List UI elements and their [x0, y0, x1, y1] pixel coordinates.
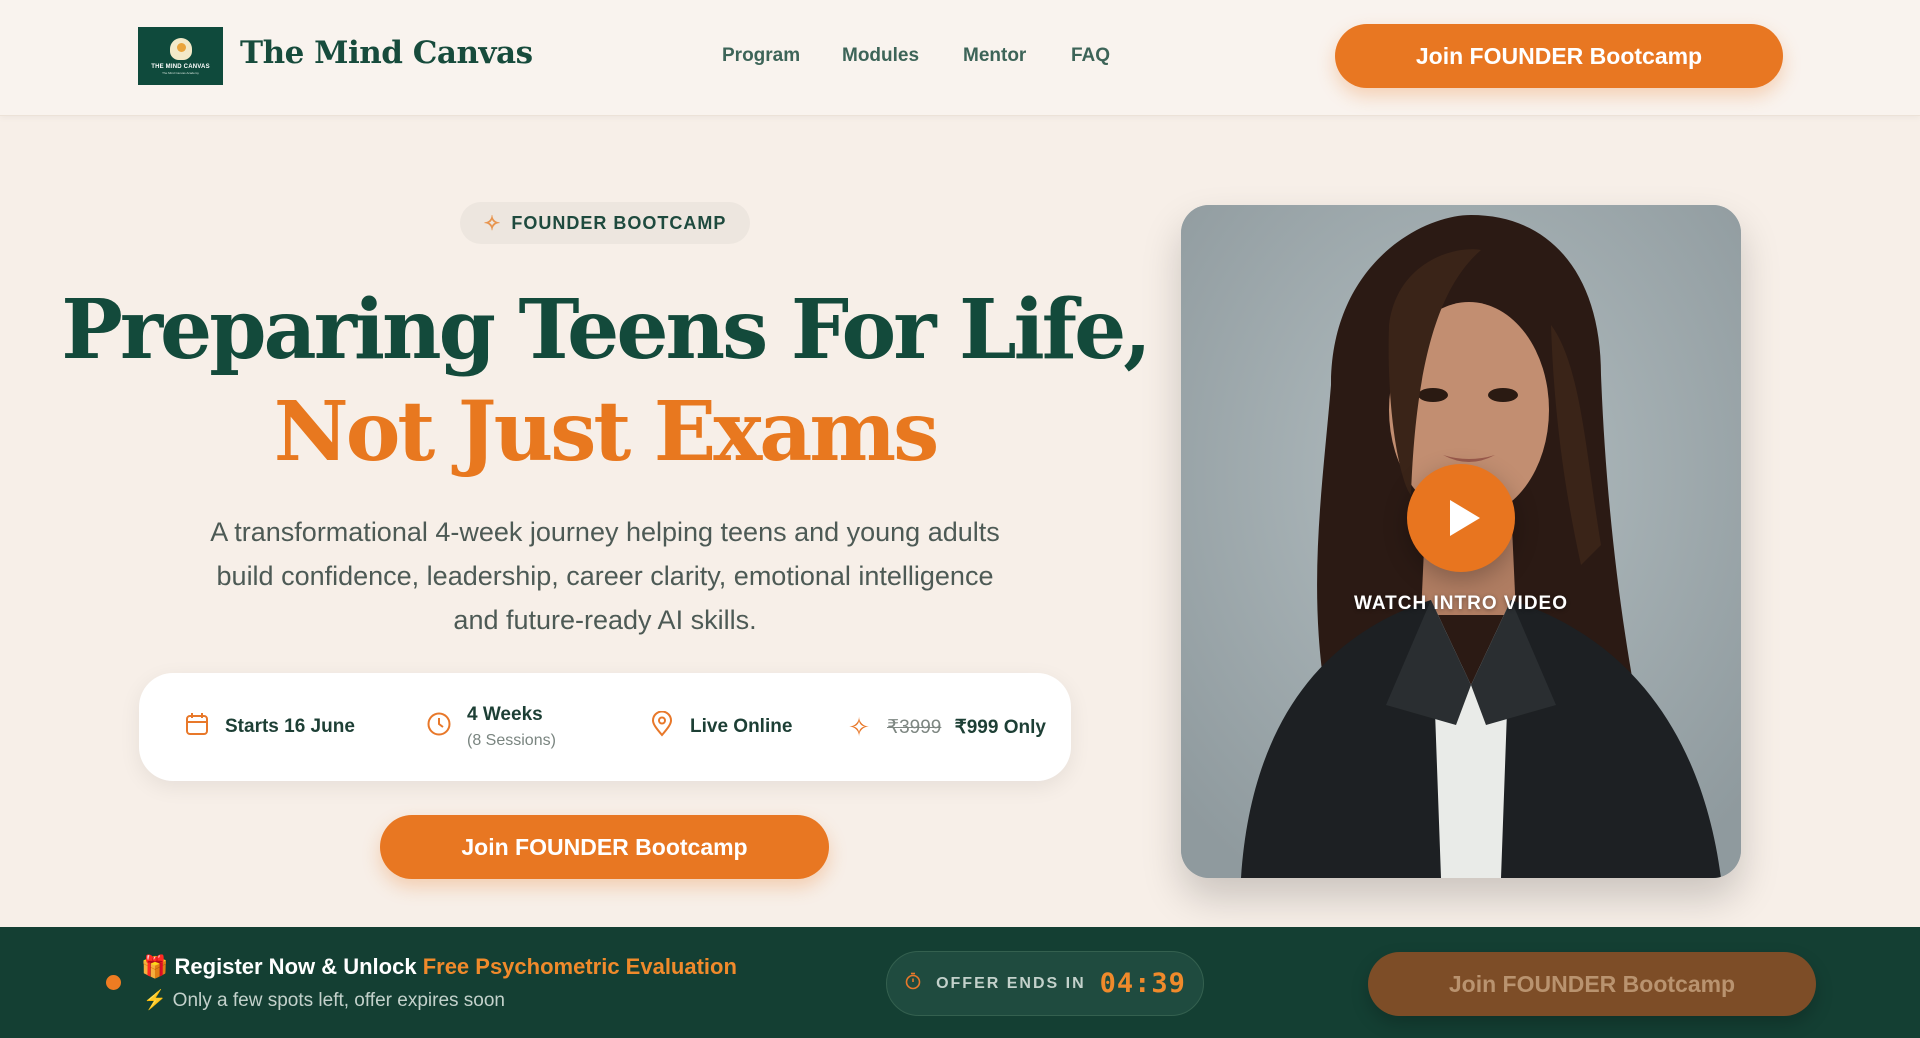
hero-title-line2: Not Just Exams	[273, 384, 940, 480]
spots-message: ⚡ Only a few spots left, offer expires so…	[143, 988, 505, 1012]
nav-item-program[interactable]: Program	[722, 45, 800, 67]
location-pin-icon	[648, 710, 676, 744]
timer-value: 04:39	[1099, 968, 1186, 999]
clock-icon	[425, 711, 453, 744]
duration-main: 4 Weeks	[467, 704, 543, 725]
info-duration: 4 Weeks (8 Sessions)	[425, 673, 556, 781]
nav-item-modules[interactable]: Modules	[842, 45, 919, 67]
founder-badge: ✧ FOUNDER BOOTCAMP	[460, 202, 750, 244]
lightning-icon: ⚡	[143, 990, 167, 1011]
hero-subtitle: A transformational 4-week journey helpin…	[210, 517, 1000, 635]
calendar-icon	[183, 711, 211, 744]
register-message: 🎁 Register Now & Unlock Free Psychometri…	[141, 954, 737, 980]
site-header: THE MIND CANVAS The Mind Canvas Academy …	[0, 0, 1920, 116]
brain-icon	[169, 37, 192, 60]
play-icon	[1450, 500, 1480, 536]
timer-label: OFFER ENDS IN	[936, 974, 1086, 992]
info-start: Starts 16 June	[183, 673, 355, 781]
info-mode: Live Online	[648, 673, 792, 781]
spots-text: Only a few spots left, offer expires soo…	[172, 990, 505, 1011]
logo-text: THE MIND CANVAS	[151, 63, 210, 70]
sparkle-icon: ✧	[848, 711, 870, 742]
badge-label: FOUNDER BOOTCAMP	[511, 212, 727, 233]
logo-subtext: The Mind Canvas Academy	[162, 70, 199, 75]
nav-item-faq[interactable]: FAQ	[1071, 45, 1110, 67]
offer-timer: OFFER ENDS IN 04:39	[886, 951, 1204, 1016]
stopwatch-icon	[904, 972, 922, 995]
watch-video-label: WATCH INTRO VIDEO	[1353, 593, 1569, 614]
info-price: ✧ ₹3999 ₹999 Only	[845, 673, 1046, 781]
mode-text: Live Online	[690, 716, 793, 737]
register-prefix: Register Now & Unlock	[174, 954, 423, 979]
price-text: ₹3999 ₹999 Only	[887, 716, 1046, 739]
hero-join-button[interactable]: Join FOUNDER Bootcamp	[380, 815, 829, 879]
play-button[interactable]	[1407, 464, 1515, 572]
brand-name[interactable]: The Mind Canvas	[240, 35, 533, 71]
sparkle-icon: ✧	[483, 212, 502, 235]
intro-video-card[interactable]: WATCH INTRO VIDEO	[1181, 205, 1741, 878]
hero-title-line1: Preparing Teens For Life,	[61, 282, 1152, 378]
start-date: Starts 16 June	[225, 716, 355, 737]
live-dot	[106, 975, 121, 990]
program-info-card: Starts 16 June 4 Weeks (8 Sessions) Live…	[139, 673, 1071, 781]
bottom-join-button[interactable]: Join FOUNDER Bootcamp	[1368, 952, 1816, 1016]
old-price: ₹3999	[887, 716, 942, 738]
register-highlight: Free Psychometric Evaluation	[422, 954, 737, 979]
nav-item-mentor[interactable]: Mentor	[963, 45, 1026, 67]
duration-sessions: (8 Sessions)	[467, 732, 556, 749]
duration-text: 4 Weeks (8 Sessions)	[467, 704, 556, 750]
header-join-button[interactable]: Join FOUNDER Bootcamp	[1335, 24, 1783, 88]
logo[interactable]: THE MIND CANVAS The Mind Canvas Academy	[138, 27, 223, 85]
gift-icon: 🎁	[141, 954, 169, 979]
current-price: ₹999 Only	[954, 716, 1046, 738]
